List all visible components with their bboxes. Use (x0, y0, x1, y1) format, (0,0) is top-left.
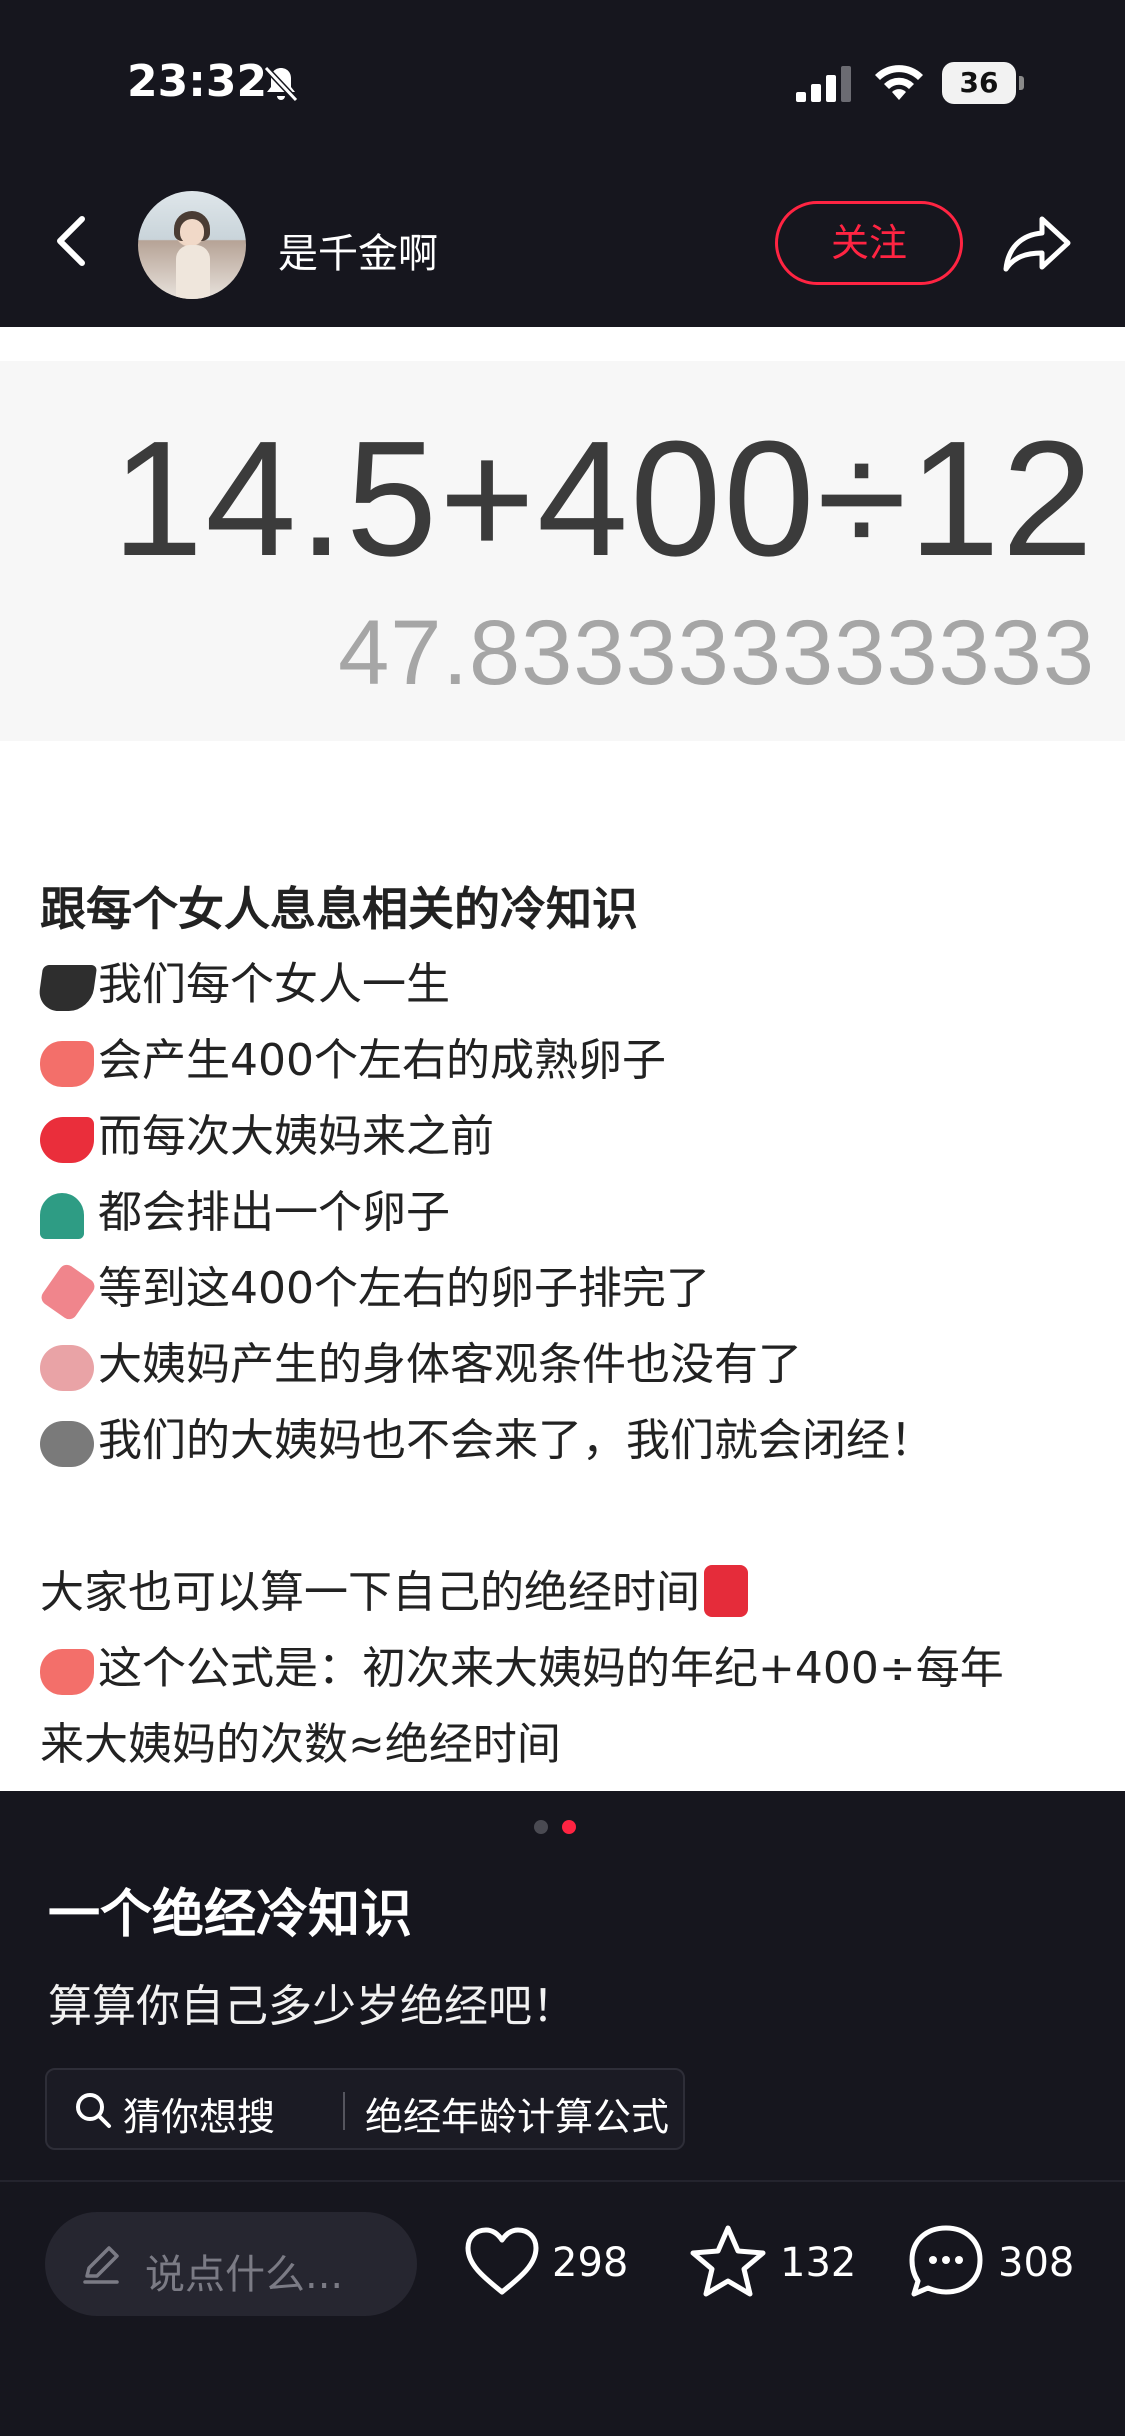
avatar-face (180, 219, 204, 245)
calculator-screenshot: 14.5+400÷12 47.833333333333 (0, 361, 1125, 741)
note-image[interactable]: 14.5+400÷12 47.833333333333 跟每个女人息息相关的冷知… (0, 327, 1125, 1791)
graduation-cap-icon (36, 965, 98, 1011)
post-line-text: 我们的大姨妈也不会来了，我们就会闭经！ (98, 1415, 934, 1466)
comment-input[interactable]: 说点什么... (45, 2212, 417, 2316)
post-line: 大家也可以算一下自己的绝经时间 (40, 1555, 1090, 1631)
bottom-divider (0, 2180, 1125, 2182)
blushing-face-icon (40, 1345, 94, 1391)
post-line-text: 等到这400个左右的卵子排完了 (98, 1263, 710, 1314)
calculator-result: 47.833333333333 (338, 602, 1095, 704)
post-line-spacer (40, 1479, 1090, 1555)
pointing-hand-icon (40, 1649, 94, 1695)
pagination-dot-active (562, 1820, 576, 1834)
post-line: 大姨妈产生的身体客观条件也没有了 (40, 1327, 1090, 1403)
post-line-text: 来大姨妈的次数≈绝经时间 (40, 1719, 561, 1770)
image-pagination (534, 1820, 594, 1836)
post-body: 我们每个女人一生 会产生400个左右的成熟卵子 而每次大姨妈来之前 都会排出一个… (36, 947, 1090, 1783)
status-time: 23:32 (127, 56, 268, 107)
note-detail-page: 23:32 36 是千金啊 关注 14.5+400÷12 47.83333333… (0, 0, 1125, 2436)
comment-button[interactable]: 308 (906, 2222, 1086, 2306)
post-title: 跟每个女人息息相关的冷知识 (40, 882, 638, 936)
wifi-icon (875, 65, 923, 100)
comment-count: 308 (998, 2240, 1075, 2286)
red-book-icon (704, 1565, 748, 1617)
post-line: 我们每个女人一生 (36, 947, 1090, 1023)
comment-placeholder: 说点什么... (145, 2252, 344, 2298)
search-prefix: 猜你想搜 (123, 2095, 276, 2139)
post-line-text: 都会排出一个卵子 (98, 1187, 450, 1238)
post-line-text: 大家也可以算一下自己的绝经时间 (40, 1567, 700, 1618)
battery-icon: 36 (942, 62, 1024, 104)
author-name[interactable]: 是千金啊 (278, 221, 438, 279)
battery-level: 36 (942, 62, 1016, 104)
suggested-search[interactable]: 猜你想搜 绝经年龄计算公式 (45, 2068, 685, 2150)
sprout-icon (40, 1193, 84, 1239)
avatar-body (176, 245, 210, 299)
post-line: 我们的大姨妈也不会来了，我们就会闭经！ (40, 1403, 1090, 1479)
pointing-hand-icon (40, 1041, 94, 1087)
cellular-signal-icon (796, 66, 851, 102)
battery-tip (1019, 76, 1024, 90)
star-icon (690, 2225, 766, 2297)
post-line: 都会排出一个卵子 (40, 1175, 1090, 1251)
note-title: 一个绝经冷知识 (48, 1885, 413, 1945)
like-count: 298 (552, 2240, 629, 2286)
like-button[interactable]: 298 (462, 2222, 642, 2306)
search-icon (76, 2093, 111, 2128)
search-query: 绝经年龄计算公式 (365, 2095, 670, 2139)
bell-off-icon (263, 65, 299, 103)
comment-bubble-icon (909, 2225, 983, 2297)
post-line-text: 这个公式是：初次来大姨妈的年纪+400÷每年 (98, 1643, 1004, 1694)
post-line-text: 我们每个女人一生 (98, 959, 450, 1010)
post-line: 等到这400个左右的卵子排完了 (38, 1251, 1090, 1327)
post-line: 而每次大姨妈来之前 (40, 1099, 1090, 1175)
syringe-icon (38, 1261, 98, 1323)
pagination-dot (534, 1820, 548, 1834)
post-line-text: 会产生400个左右的成熟卵子 (98, 1035, 666, 1086)
post-line: 这个公式是：初次来大姨妈的年纪+400÷每年 (40, 1631, 1090, 1707)
heart-icon (465, 2227, 539, 2295)
share-icon[interactable] (1000, 207, 1074, 281)
note-description: 算算你自己多少岁绝经吧！ (48, 1981, 576, 2032)
pen-icon (83, 2246, 119, 2284)
rock-face-icon (40, 1421, 94, 1467)
follow-button[interactable]: 关注 (775, 201, 963, 285)
post-line: 来大姨妈的次数≈绝经时间 (40, 1707, 1090, 1783)
search-divider (343, 2092, 345, 2130)
post-line: 会产生400个左右的成熟卵子 (40, 1023, 1090, 1099)
avatar[interactable] (138, 191, 246, 299)
back-icon[interactable] (44, 201, 104, 281)
note-header: 是千金啊 关注 (0, 165, 1125, 327)
collect-count: 132 (780, 2240, 857, 2286)
flexed-biceps-icon (40, 1117, 94, 1163)
post-line-text: 大姨妈产生的身体客观条件也没有了 (98, 1339, 802, 1390)
collect-button[interactable]: 132 (688, 2222, 858, 2306)
status-bar: 23:32 36 (0, 0, 1125, 165)
post-line-text: 而每次大姨妈来之前 (98, 1111, 494, 1162)
calculator-expression: 14.5+400÷12 (111, 407, 1095, 590)
